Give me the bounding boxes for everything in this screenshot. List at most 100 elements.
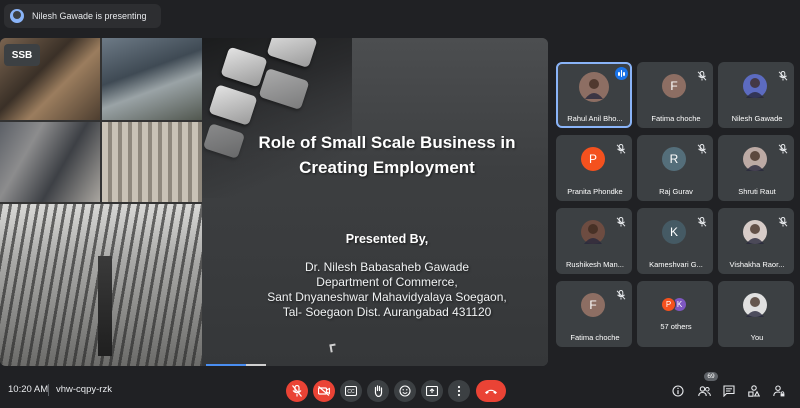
mouse-cursor-icon xyxy=(329,343,337,353)
meeting-code[interactable]: vhw-cqpy-rzk xyxy=(56,384,112,395)
participant-avatar: K xyxy=(662,220,686,244)
more-options-button[interactable] xyxy=(448,380,470,402)
camera-off-icon xyxy=(318,386,330,396)
presenter-avatar-icon xyxy=(10,9,24,23)
current-time: 10:20 AM xyxy=(8,384,49,395)
divider xyxy=(48,384,49,396)
participant-name: Fatima choche xyxy=(570,333,620,342)
mic-off-icon xyxy=(778,144,788,154)
meeting-details-button[interactable] xyxy=(670,383,686,399)
presenting-bar: Nilesh Gawade is presenting xyxy=(0,0,800,32)
factory-workers-photo xyxy=(102,38,202,120)
presenter-name: Dr. Nilesh Babasaheb Gawade xyxy=(304,260,470,274)
speaking-indicator-icon xyxy=(615,67,628,80)
muted-indicator xyxy=(697,68,707,81)
captions-button[interactable]: CC xyxy=(340,380,362,402)
camera-toggle-button[interactable] xyxy=(313,380,335,402)
participant-name: Shruti Raut xyxy=(738,187,776,196)
participant-name: Nilesh Gawade xyxy=(731,114,783,123)
participant-tile[interactable]: F Fatima choche xyxy=(556,281,632,347)
activities-icon xyxy=(748,385,760,397)
lock-person-icon xyxy=(773,385,785,397)
hand-icon xyxy=(374,385,382,397)
present-icon xyxy=(426,386,438,396)
participant-avatar: P xyxy=(661,297,676,312)
emoji-icon xyxy=(399,385,411,397)
participant-photo-avatar xyxy=(743,74,767,98)
participant-count-badge: 69 xyxy=(704,372,718,381)
participant-tile[interactable]: K Kameshvari G... xyxy=(637,208,713,274)
chat-icon xyxy=(723,385,735,397)
mic-off-icon xyxy=(697,144,707,154)
participant-photo-avatar xyxy=(581,220,605,244)
participant-name: Pranita Phondke xyxy=(567,187,623,196)
participant-avatar: P xyxy=(581,147,605,171)
reactions-button[interactable] xyxy=(394,380,416,402)
mic-off-icon xyxy=(292,385,302,397)
muted-indicator xyxy=(778,141,788,154)
participant-tile[interactable]: F Fatima choche xyxy=(637,62,713,128)
participant-name: Raj Gurav xyxy=(659,187,693,196)
participant-tile[interactable]: R Raj Gurav xyxy=(637,135,713,201)
present-button[interactable] xyxy=(421,380,443,402)
industry-photo-collage xyxy=(0,38,202,366)
participant-tile[interactable]: Vishakha Raor... xyxy=(718,208,794,274)
muted-indicator xyxy=(616,141,626,154)
participant-tile[interactable]: Rushikesh Man... xyxy=(556,208,632,274)
participant-tile[interactable]: You xyxy=(718,281,794,347)
textile-mill-photo xyxy=(0,204,202,366)
participant-name: 57 others xyxy=(660,322,692,331)
participant-name: Rahul Anil Bho... xyxy=(567,114,623,123)
participant-avatar: F xyxy=(581,293,605,317)
info-icon xyxy=(672,385,684,397)
raise-hand-button[interactable] xyxy=(367,380,389,402)
participant-photo-avatar xyxy=(743,293,767,317)
mic-off-icon xyxy=(616,144,626,154)
bottom-control-bar: 10:20 AM vhw-cqpy-rzk CC 69 xyxy=(0,370,800,408)
ssb-badge: SSB xyxy=(4,44,40,66)
participant-name: Rushikesh Man... xyxy=(566,260,624,269)
muted-indicator xyxy=(616,214,626,227)
participant-tile[interactable]: P K 57 others xyxy=(637,281,713,347)
host-controls-button[interactable] xyxy=(771,383,787,399)
others-avatars: PK xyxy=(661,297,691,313)
mic-off-icon xyxy=(616,217,626,227)
machinery-photo xyxy=(0,122,100,202)
participant-tile[interactable]: Nilesh Gawade xyxy=(718,62,794,128)
participant-avatar: R xyxy=(662,147,686,171)
participant-name: Kameshvari G... xyxy=(649,260,703,269)
mic-off-icon xyxy=(616,290,626,300)
presented-by-label: Presented By, xyxy=(345,232,429,246)
slide-progress-bar xyxy=(206,364,246,366)
presenting-indicator[interactable]: Nilesh Gawade is presenting xyxy=(4,4,161,28)
cc-icon: CC xyxy=(345,386,357,396)
slide-title-line-2: Creating Employment xyxy=(299,158,475,177)
participant-photo-avatar xyxy=(579,72,609,102)
muted-indicator xyxy=(697,214,707,227)
slide-title: Role of Small Scale Business in Creating… xyxy=(232,130,542,180)
hangup-icon xyxy=(485,389,497,394)
presenting-text: Nilesh Gawade is presenting xyxy=(32,11,147,21)
slide-title-line-1: Role of Small Scale Business in xyxy=(258,133,516,152)
participant-tile[interactable]: Rahul Anil Bho... xyxy=(556,62,632,128)
more-vert-icon xyxy=(457,385,461,397)
participant-name: Fatima choche xyxy=(651,114,701,123)
people-button[interactable] xyxy=(696,383,712,399)
slide-progress-track xyxy=(246,364,266,366)
participant-name: You xyxy=(750,333,764,342)
participant-tile[interactable]: Shruti Raut xyxy=(718,135,794,201)
leave-call-button[interactable] xyxy=(476,380,506,402)
mic-off-icon xyxy=(697,217,707,227)
mic-toggle-button[interactable] xyxy=(286,380,308,402)
mic-off-icon xyxy=(697,71,707,81)
activities-button[interactable] xyxy=(746,383,762,399)
participant-tile[interactable]: P Pranita Phondke xyxy=(556,135,632,201)
presenter-college: Sant Dnyaneshwar Mahavidyalaya Soegaon, xyxy=(267,290,507,304)
presenter-department: Department of Commerce, xyxy=(316,275,458,289)
chat-button[interactable] xyxy=(721,383,737,399)
presentation-stage[interactable]: SSB Role of Small Scale Business in Crea… xyxy=(0,38,548,366)
mic-off-icon xyxy=(778,71,788,81)
participant-photo-avatar xyxy=(743,147,767,171)
muted-indicator xyxy=(778,68,788,81)
presenter-address: Tal- Soegaon Dist. Aurangabad 431120 xyxy=(282,305,492,319)
